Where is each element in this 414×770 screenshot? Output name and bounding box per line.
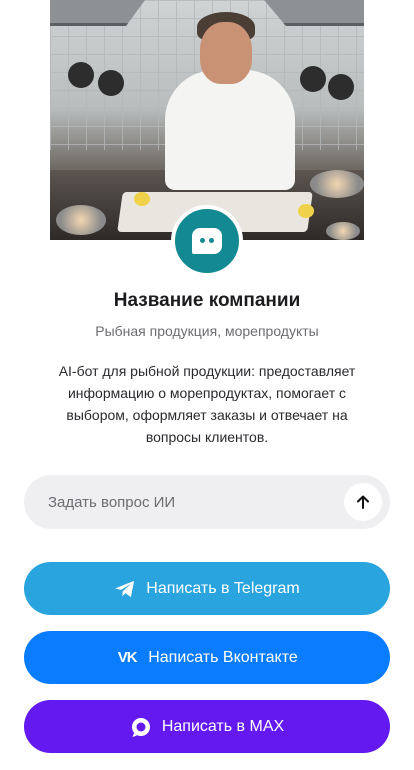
vk-button[interactable]: VK Написать Вконтакте: [24, 631, 390, 684]
max-button[interactable]: Написать в MAX: [24, 700, 390, 753]
company-category: Рыбная продукция, морепродукты: [95, 323, 319, 339]
send-button[interactable]: [344, 483, 382, 521]
company-avatar: [171, 205, 243, 277]
vk-button-label: Написать Вконтакте: [148, 648, 298, 666]
arrow-up-icon: [357, 495, 369, 509]
hero-image: [50, 0, 364, 240]
company-name: Название компании: [113, 290, 301, 311]
company-description: AI-бот для рыбной продукции: предоставля…: [58, 363, 356, 445]
vk-icon: VK: [116, 647, 138, 669]
max-button-label: Написать в MAX: [161, 717, 285, 735]
telegram-button-label: Написать в Telegram: [146, 579, 300, 597]
telegram-icon: [114, 578, 136, 600]
vk-icon-text: VK: [117, 649, 138, 666]
telegram-button[interactable]: Написать в Telegram: [24, 562, 390, 615]
ask-ai-input[interactable]: [48, 493, 344, 511]
chat-bot-icon: [192, 228, 222, 254]
ask-ai-bar: [24, 475, 390, 529]
max-icon: [130, 716, 152, 738]
